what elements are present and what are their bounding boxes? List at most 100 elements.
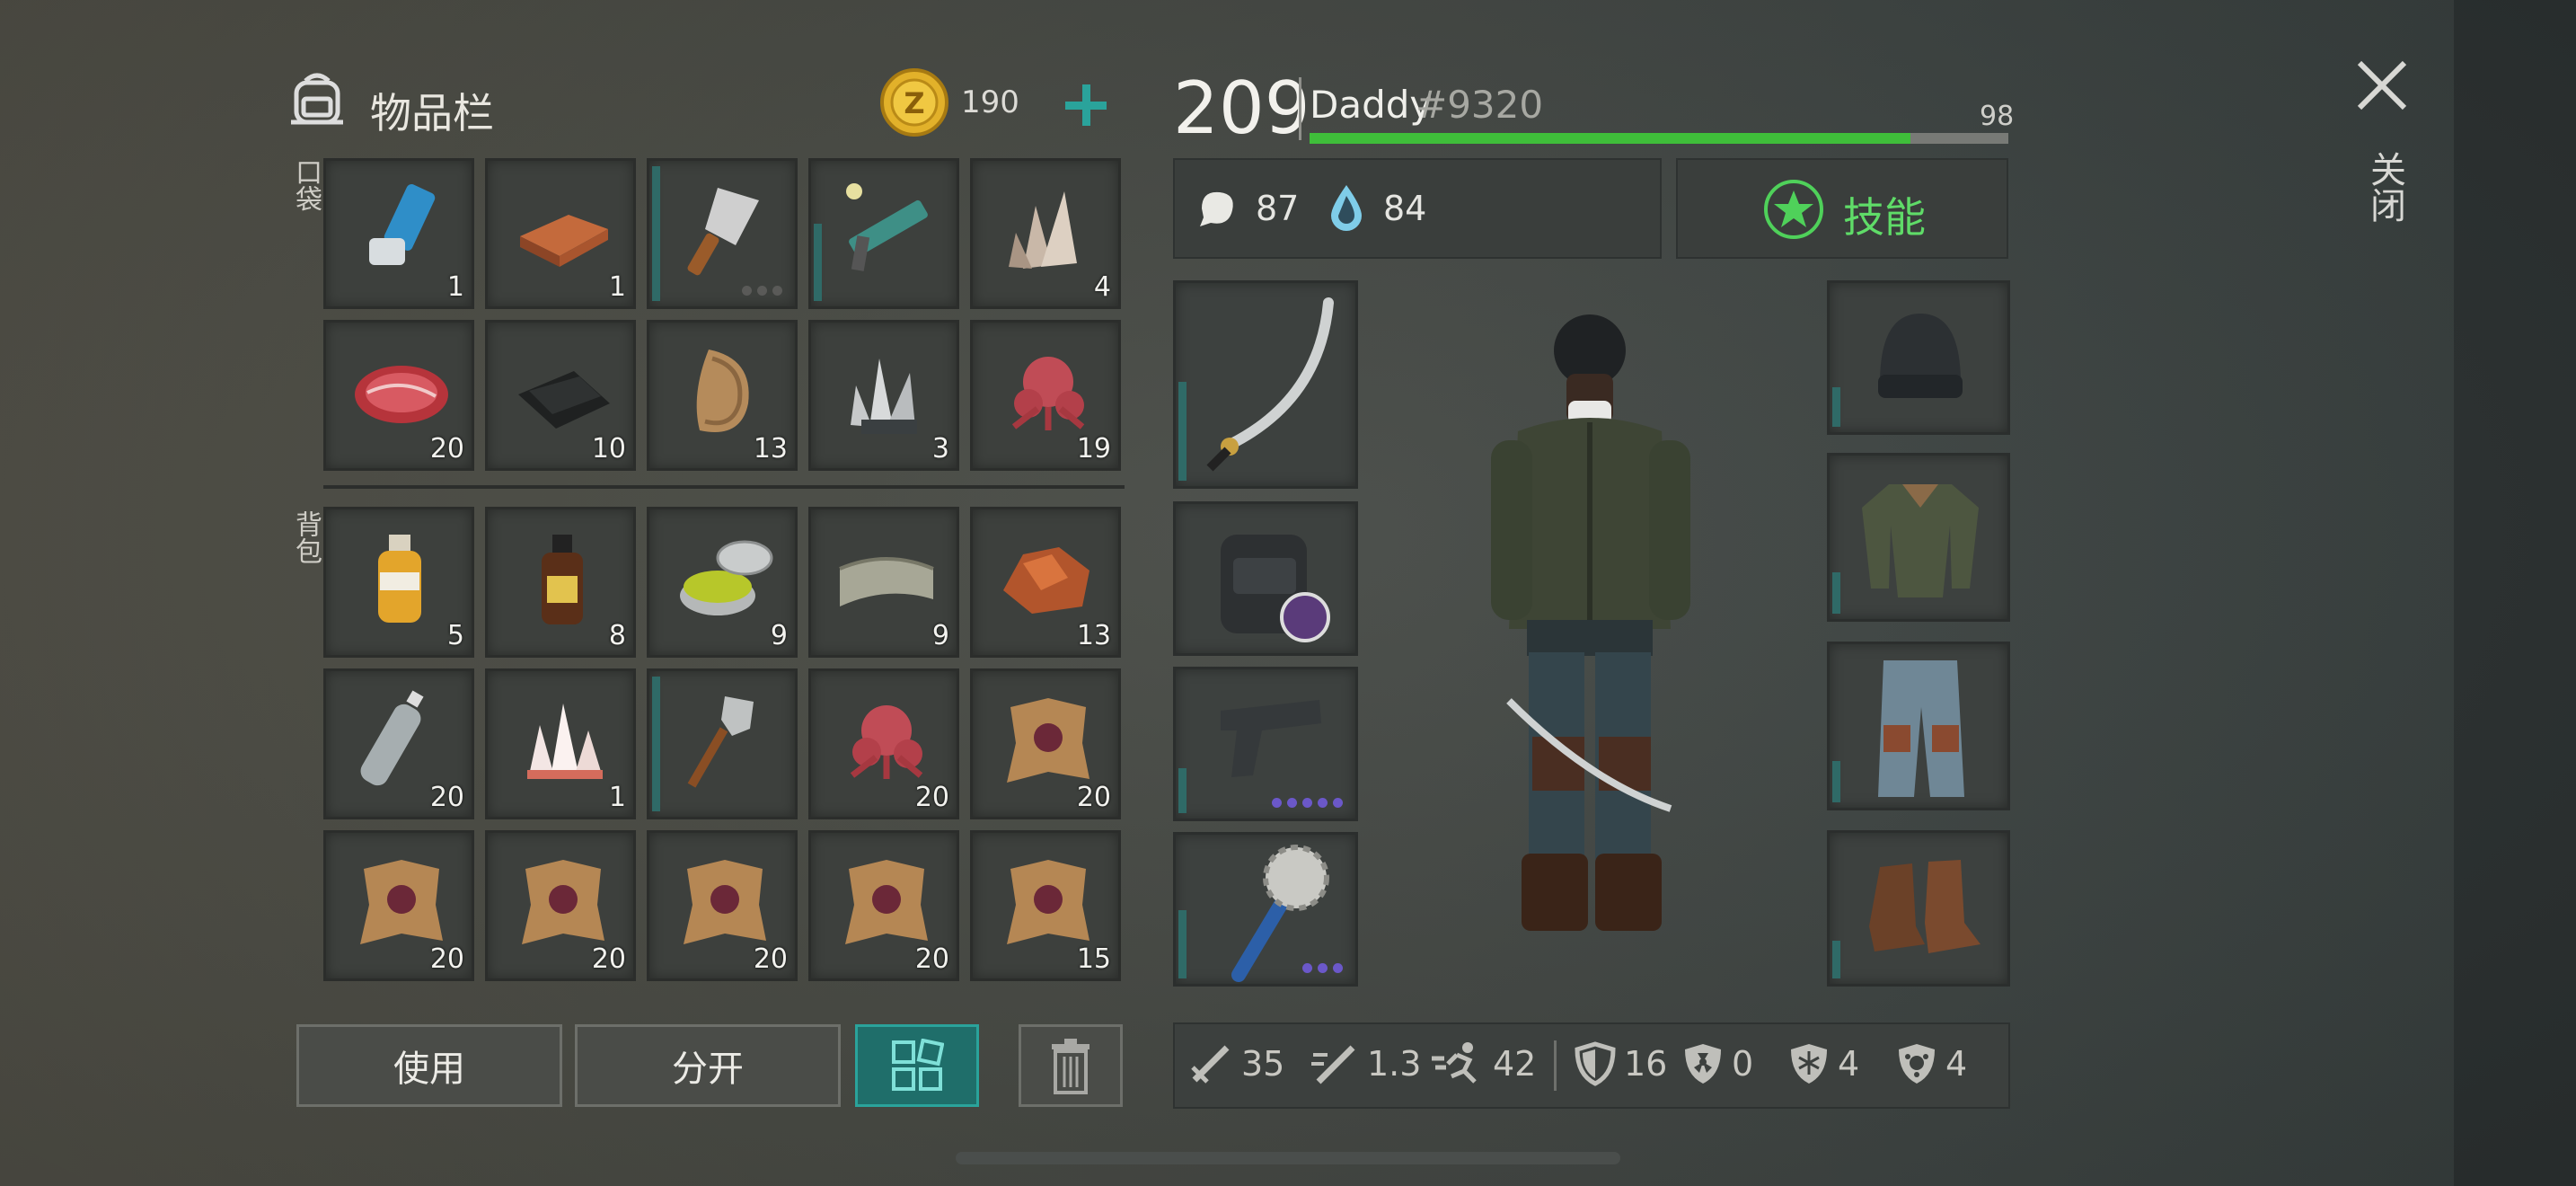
skills-label: 技能 xyxy=(1843,193,1926,242)
coin-icon: Z xyxy=(878,66,950,138)
cleaver-icon xyxy=(687,188,759,276)
player-tag: #9320 xyxy=(1416,83,1544,127)
close-button[interactable]: 关闭 xyxy=(2346,54,2418,243)
firearm-slot[interactable] xyxy=(1173,667,1358,821)
item-count: 4 xyxy=(1093,271,1111,303)
copper-ore-icon xyxy=(1003,547,1090,614)
stat-cold-value: 4 xyxy=(1838,1044,1860,1084)
inventory-slot[interactable]: 4 xyxy=(970,158,1121,309)
health-bar-fill xyxy=(1310,133,1911,144)
copper-ingot-icon xyxy=(520,215,608,267)
inventory-slot[interactable]: 13 xyxy=(647,320,798,471)
saw-mace-icon xyxy=(1231,845,1329,982)
hunger-icon xyxy=(1193,183,1241,235)
infected-hide-icon xyxy=(360,860,443,944)
inventory-slot[interactable]: 20 xyxy=(808,668,959,819)
backpack-slot[interactable] xyxy=(1173,501,1358,656)
skills-button[interactable]: 技能 xyxy=(1676,158,2008,259)
inventory-slot[interactable]: 5 xyxy=(323,507,474,658)
inventory-title: 物品栏 xyxy=(370,89,494,137)
weapon-slot[interactable] xyxy=(1173,280,1358,489)
item-count: 20 xyxy=(914,943,949,975)
inventory-slot[interactable]: 20 xyxy=(323,830,474,981)
pistol-icon xyxy=(1221,700,1321,777)
inventory-slot[interactable]: 20 xyxy=(485,830,636,981)
inventory-slot[interactable]: 1 xyxy=(323,158,474,309)
stats-divider xyxy=(1554,1040,1557,1091)
running-icon xyxy=(1432,1042,1477,1084)
salt-crystals-icon xyxy=(527,704,603,779)
thirst-icon xyxy=(1326,181,1367,235)
item-count: 20 xyxy=(429,433,464,465)
inventory-slot[interactable]: 8 xyxy=(485,507,636,658)
item-count: 1 xyxy=(608,271,626,303)
split-button[interactable]: 分开 xyxy=(575,1024,841,1107)
stat-attack: 35 xyxy=(1187,1022,1284,1105)
coin-count: 190 xyxy=(961,84,1019,120)
feet-slot[interactable] xyxy=(1827,830,2010,987)
add-coins-button[interactable] xyxy=(1058,77,1114,133)
inventory-slot[interactable]: 1 xyxy=(485,158,636,309)
item-count: 9 xyxy=(770,620,788,651)
water-bottle-icon xyxy=(360,690,424,786)
durability-bar xyxy=(814,224,822,301)
inventory-slot[interactable] xyxy=(647,668,798,819)
delete-button[interactable] xyxy=(1019,1024,1123,1107)
inventory-slot[interactable]: 20 xyxy=(970,668,1121,819)
inventory-slot[interactable] xyxy=(647,158,798,309)
inventory-slot[interactable]: 15 xyxy=(970,830,1121,981)
inventory-slot[interactable]: 13 xyxy=(970,507,1121,658)
melee-slot[interactable] xyxy=(1173,832,1358,987)
inventory-slot[interactable]: 9 xyxy=(808,507,959,658)
sort-grid-button[interactable] xyxy=(855,1024,979,1107)
stat-radiation-value: 0 xyxy=(1732,1044,1754,1084)
item-count: 13 xyxy=(753,433,788,465)
inventory-slot[interactable] xyxy=(808,158,959,309)
inventory-slot[interactable]: 3 xyxy=(808,320,959,471)
item-count: 20 xyxy=(429,782,464,813)
item-count: 20 xyxy=(429,943,464,975)
backpack-icon xyxy=(286,68,348,131)
use-button[interactable]: 使用 xyxy=(296,1024,562,1107)
boots-icon xyxy=(1869,860,1981,953)
jacket-icon xyxy=(1862,484,1979,597)
inventory-slot[interactable]: 20 xyxy=(323,668,474,819)
player-level: 209 xyxy=(1173,66,1310,150)
section-divider xyxy=(323,485,1125,489)
inventory-slot[interactable]: 1 xyxy=(485,668,636,819)
infection-shield-icon xyxy=(1899,1044,1935,1084)
infected-hide-icon xyxy=(845,860,928,944)
item-count: 8 xyxy=(608,620,626,651)
player-name: Daddy xyxy=(1310,83,1433,127)
durability-bar xyxy=(1832,572,1840,614)
tactical-backpack-icon xyxy=(1221,535,1330,642)
pesticide-bottle-icon xyxy=(378,535,421,623)
home-indicator[interactable] xyxy=(956,1152,1620,1164)
head-slot[interactable] xyxy=(1827,280,2010,435)
svg-text:Z: Z xyxy=(904,86,924,120)
inventory-slot[interactable]: 9 xyxy=(647,507,798,658)
katana-icon xyxy=(1206,297,1334,472)
inventory-slot[interactable]: 19 xyxy=(970,320,1121,471)
salve-tin-icon xyxy=(680,540,773,615)
black-fabric-icon xyxy=(518,371,610,429)
shield-icon xyxy=(1575,1041,1616,1086)
stat-attack-speed: 1.3 xyxy=(1310,1022,1421,1105)
chest-slot[interactable] xyxy=(1827,453,2010,622)
trash-icon xyxy=(1052,1039,1090,1094)
legs-slot[interactable] xyxy=(1827,642,2010,810)
inventory-slot[interactable]: 20 xyxy=(647,830,798,981)
cold-shield-icon xyxy=(1791,1044,1827,1084)
item-count: 1 xyxy=(608,782,626,813)
health-bar xyxy=(1310,133,2008,144)
inventory-slot[interactable]: 20 xyxy=(323,320,474,471)
stat-attack-value: 35 xyxy=(1241,1044,1285,1084)
inventory-slot[interactable]: 20 xyxy=(808,830,959,981)
shovel-icon xyxy=(687,696,754,788)
inventory-slot[interactable]: 10 xyxy=(485,320,636,471)
quality-dots xyxy=(1302,963,1343,973)
stat-armor-value: 16 xyxy=(1624,1044,1668,1084)
quartz-crystal-icon xyxy=(1009,191,1077,269)
stat-attack-speed-value: 1.3 xyxy=(1367,1044,1422,1084)
item-count: 20 xyxy=(1076,782,1111,813)
